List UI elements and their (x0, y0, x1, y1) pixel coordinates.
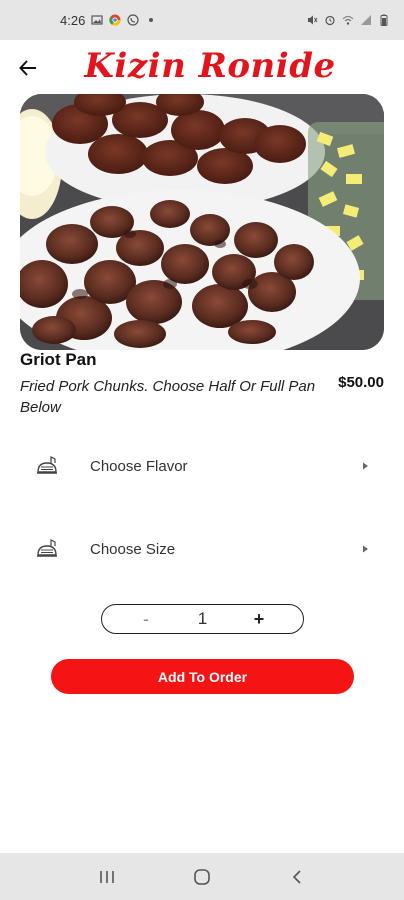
quantity-decrease-button[interactable]: - (136, 609, 156, 630)
mute-icon (308, 15, 318, 25)
choose-size-row[interactable]: Choose Size (20, 524, 384, 574)
battery-icon (380, 14, 388, 26)
home-icon (194, 868, 210, 885)
back-button[interactable] (14, 54, 42, 82)
recent-apps-icon (100, 870, 115, 883)
alarm-icon (325, 15, 335, 26)
signal-icon (361, 15, 371, 25)
chevron-right-icon (363, 462, 368, 470)
food-tray-icon (37, 456, 57, 474)
quantity-stepper: - 1 + (101, 604, 304, 634)
choose-size-label: Choose Size (90, 540, 176, 558)
quantity-increase-button[interactable]: + (249, 609, 269, 630)
food-tray-icon (37, 539, 57, 557)
choose-flavor-label: Choose Flavor (90, 457, 188, 475)
recent-apps-button[interactable] (92, 862, 122, 892)
system-nav-bar (0, 853, 404, 900)
dot-icon (149, 18, 154, 22)
home-button[interactable] (187, 862, 217, 892)
quantity-value: 1 (197, 609, 208, 628)
add-to-order-button[interactable]: Add To Order (51, 659, 354, 694)
product-name: Griot Pan (20, 350, 97, 369)
back-icon (292, 869, 301, 884)
whatsapp-icon (127, 14, 139, 26)
status-left: 4:26 (60, 13, 157, 28)
product-image (20, 94, 384, 350)
status-bar: 4:26 (0, 0, 404, 40)
brand-title: Kizin Ronide (84, 46, 336, 86)
status-right (306, 14, 390, 26)
chrome-icon (109, 14, 121, 26)
choose-flavor-row[interactable]: Choose Flavor (20, 441, 384, 491)
arrow-left-icon (19, 60, 36, 76)
image-icon (91, 15, 103, 25)
status-time: 4:26 (60, 12, 86, 28)
wifi-icon (342, 15, 354, 25)
app-header: Kizin Ronide (0, 40, 404, 96)
product-price: $50.00 (338, 374, 384, 391)
product-description: Fried Pork Chunks. Choose Half Or Full P… (20, 378, 316, 416)
chevron-right-icon (363, 545, 368, 553)
system-back-button[interactable] (282, 862, 312, 892)
